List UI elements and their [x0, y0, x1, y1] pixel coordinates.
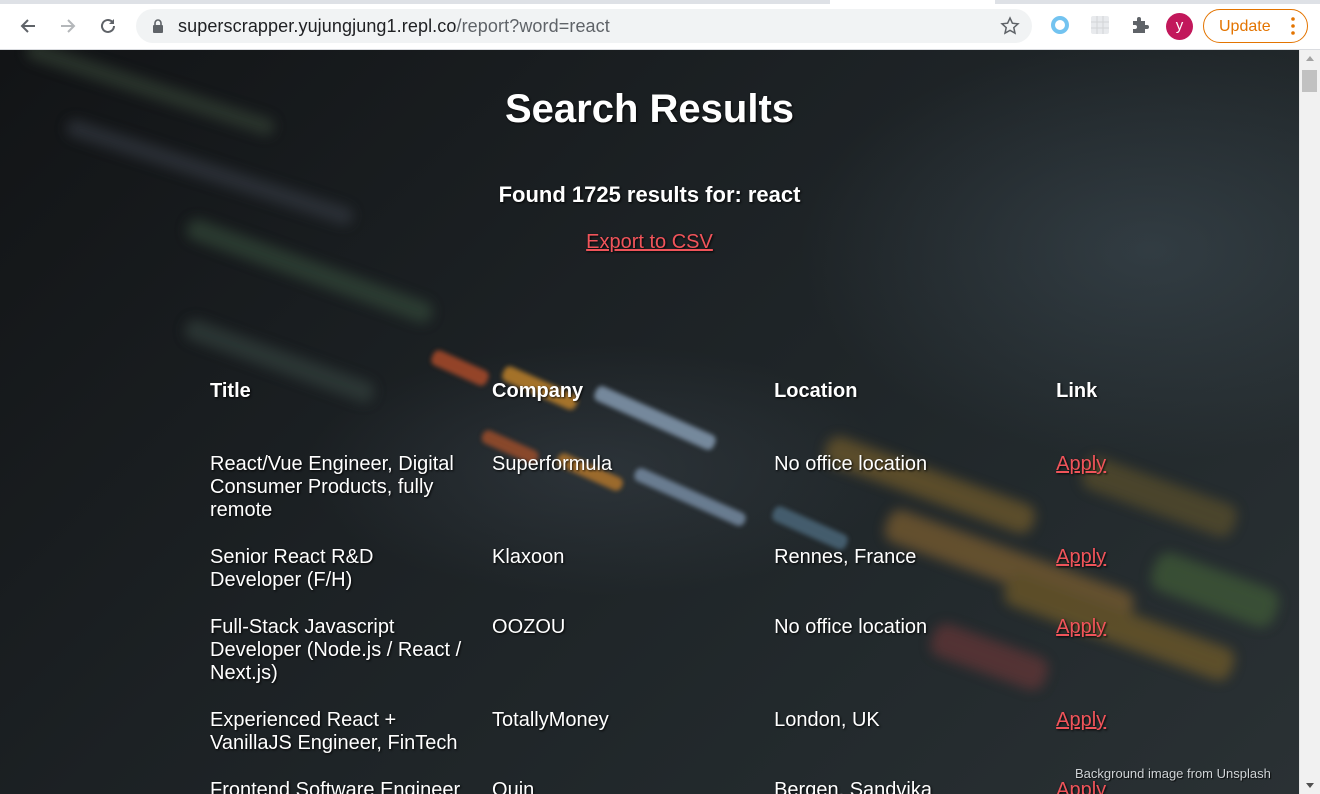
job-link-cell: Apply [1054, 453, 1299, 546]
profile-avatar[interactable]: y [1166, 13, 1193, 40]
job-link-cell: Apply [1054, 779, 1299, 794]
address-bar[interactable]: superscrapper.yujungjung1.repl.co/report… [136, 9, 1032, 43]
page-scrollbar[interactable] [1299, 50, 1320, 794]
job-location: Bergen, Sandvika [774, 779, 932, 794]
job-company: Klaxoon [492, 546, 565, 568]
header-title: Title [210, 380, 251, 402]
export-csv-link[interactable]: Export to CSV [586, 231, 713, 253]
table-row: Senior React R&D Developer (F/H) Klaxoon… [208, 546, 1299, 616]
extensions-menu-button[interactable] [1129, 14, 1151, 36]
forward-button[interactable] [54, 12, 82, 40]
forward-arrow-icon [61, 19, 76, 33]
table-row: Frontend Software Engineer Quin Bergen, … [208, 779, 1299, 794]
results-summary: Found 1725 results for: react [0, 182, 1299, 208]
back-button[interactable] [14, 12, 42, 40]
star-icon[interactable] [1000, 16, 1020, 36]
update-button[interactable]: Update [1203, 9, 1308, 43]
extension-grid-icon [1091, 16, 1109, 34]
apply-link[interactable]: Apply [1056, 546, 1106, 568]
apply-link[interactable]: Apply [1056, 709, 1106, 731]
reload-icon [101, 18, 115, 33]
url-text: superscrapper.yujungjung1.repl.co/report… [178, 16, 610, 37]
table-header-row: Title Company Location Link [208, 368, 1299, 453]
export-section: Export to CSV [0, 231, 1299, 254]
scroll-down-arrow-icon[interactable] [1306, 783, 1314, 788]
extension-button-2[interactable] [1089, 14, 1111, 36]
job-title: Full-Stack Javascript Developer (Node.js… [210, 616, 462, 684]
table-row: React/Vue Engineer, Digital Consumer Pro… [208, 453, 1299, 546]
page-title: Search Results [504, 87, 795, 131]
job-company: Superformula [492, 453, 613, 475]
update-label: Update [1219, 18, 1271, 35]
browser-toolbar: superscrapper.yujungjung1.repl.co/report… [0, 0, 1320, 50]
header-location: Location [774, 380, 858, 402]
apply-link[interactable]: Apply [1056, 453, 1106, 475]
job-location: No office location [774, 453, 928, 475]
extension-ring-icon [1051, 16, 1069, 34]
scroll-up-arrow-icon[interactable] [1306, 56, 1314, 61]
background-credit: Background image from Unsplash [1075, 766, 1271, 781]
results-count-text: Found 1725 results for: [498, 182, 742, 207]
header-company: Company [492, 380, 584, 402]
job-location: No office location [774, 616, 928, 638]
job-title: React/Vue Engineer, Digital Consumer Pro… [210, 453, 454, 521]
job-title: Experienced React + VanillaJS Engineer, … [210, 709, 458, 754]
lock-icon [153, 19, 163, 33]
header-link: Link [1056, 380, 1098, 402]
job-link-cell: Apply [1054, 616, 1299, 709]
apply-link[interactable]: Apply [1056, 616, 1106, 638]
puzzle-icon [1133, 17, 1149, 33]
job-link-cell: Apply [1054, 546, 1299, 616]
job-title: Senior React R&D Developer (F/H) [210, 546, 374, 591]
kebab-menu-icon [1291, 17, 1295, 35]
scroll-thumb[interactable] [1302, 70, 1317, 92]
results-table: Title Company Location Link React/Vue En… [208, 368, 1299, 794]
back-arrow-icon [20, 19, 35, 33]
table-row: Full-Stack Javascript Developer (Node.js… [208, 616, 1299, 709]
job-location: London, UK [774, 709, 880, 731]
reload-button[interactable] [94, 12, 122, 40]
job-company: TotallyMoney [492, 709, 609, 731]
job-company: Quin [492, 779, 535, 794]
page-viewport: Search Results Found 1725 results for: re… [0, 50, 1299, 794]
search-keyword: react [747, 182, 801, 207]
extension-button-1[interactable] [1049, 14, 1071, 36]
job-title: Frontend Software Engineer [210, 779, 461, 794]
job-location: Rennes, France [774, 546, 917, 568]
tab-strip-edge [0, 0, 1320, 4]
url-path: /report?word=react [456, 16, 610, 36]
job-company: OOZOU [492, 616, 566, 638]
apply-link[interactable]: Apply [1056, 779, 1106, 794]
url-host: superscrapper.yujungjung1.repl.co [178, 16, 457, 36]
